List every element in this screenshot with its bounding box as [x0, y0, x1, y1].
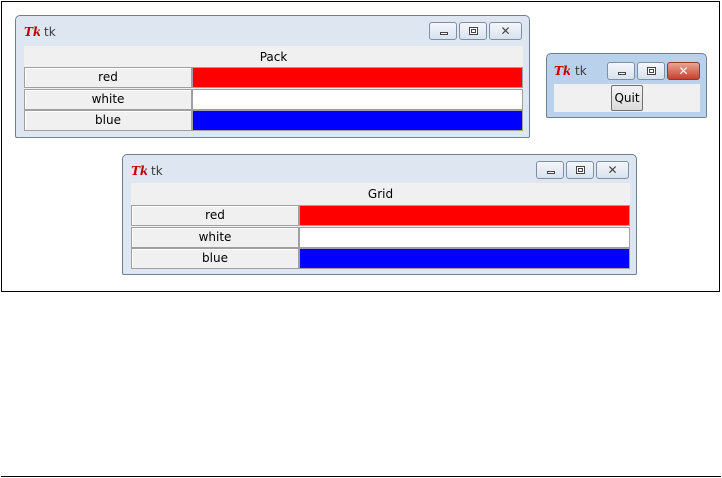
- grid-swatch-white: [299, 227, 630, 248]
- tk-feather-icon: Tk: [554, 64, 570, 77]
- close-button[interactable]: ✕: [596, 161, 629, 179]
- quit-window[interactable]: Tk tk ✕ Quit: [546, 53, 707, 118]
- close-button[interactable]: ✕: [667, 62, 700, 80]
- pack-window[interactable]: Tk tk ✕ Pack red white blue: [15, 15, 530, 138]
- maximize-icon: [469, 27, 478, 35]
- maximize-icon: [647, 67, 656, 75]
- window-title: tk: [575, 64, 587, 78]
- close-button[interactable]: ✕: [489, 22, 522, 40]
- close-icon: ✕: [607, 163, 618, 177]
- pack-label-red: red: [24, 67, 192, 88]
- minimize-button[interactable]: [429, 22, 457, 40]
- maximize-button[interactable]: [459, 22, 487, 40]
- pack-window-client: Pack red white blue: [24, 46, 523, 131]
- quit-window-client: Quit: [554, 84, 700, 112]
- bottom-rule: [1, 476, 721, 477]
- close-icon: ✕: [500, 24, 511, 38]
- minimize-button[interactable]: [536, 161, 564, 179]
- minimize-icon: [618, 72, 626, 75]
- close-icon: ✕: [678, 64, 689, 78]
- grid-window-client: Grid red white blue: [131, 183, 630, 269]
- quit-window-titlebar[interactable]: Tk tk ✕: [547, 54, 706, 84]
- pack-label-white: white: [24, 89, 192, 110]
- tk-feather-icon: Tk: [24, 25, 40, 38]
- svg-text:Tk: Tk: [131, 164, 147, 177]
- maximize-button[interactable]: [566, 161, 594, 179]
- pack-heading: Pack: [259, 50, 288, 64]
- minimize-icon: [440, 32, 448, 35]
- grid-swatch-red: [299, 205, 630, 226]
- minimize-icon: [547, 171, 555, 174]
- grid-heading: Grid: [367, 187, 394, 201]
- pack-swatch-blue: [192, 110, 523, 131]
- maximize-icon: [576, 166, 585, 174]
- grid-label-red: red: [131, 205, 299, 226]
- grid-window-titlebar[interactable]: Tk tk ✕: [123, 155, 636, 185]
- window-title: tk: [44, 25, 56, 39]
- pack-label-blue: blue: [24, 110, 192, 131]
- tk-feather-icon: Tk: [131, 164, 147, 177]
- grid-window[interactable]: Tk tk ✕ Grid red white blue: [122, 154, 637, 275]
- pack-window-titlebar[interactable]: Tk tk ✕: [16, 16, 529, 46]
- window-title: tk: [151, 164, 163, 178]
- minimize-button[interactable]: [607, 62, 635, 80]
- svg-text:Tk: Tk: [554, 64, 570, 77]
- grid-swatch-blue: [299, 248, 630, 269]
- grid-label-white: white: [131, 227, 299, 248]
- pack-swatch-red: [192, 67, 523, 88]
- svg-text:Tk: Tk: [24, 25, 40, 38]
- pack-swatch-white: [192, 89, 523, 110]
- quit-button[interactable]: Quit: [611, 85, 643, 111]
- maximize-button[interactable]: [637, 62, 665, 80]
- grid-label-blue: blue: [131, 248, 299, 269]
